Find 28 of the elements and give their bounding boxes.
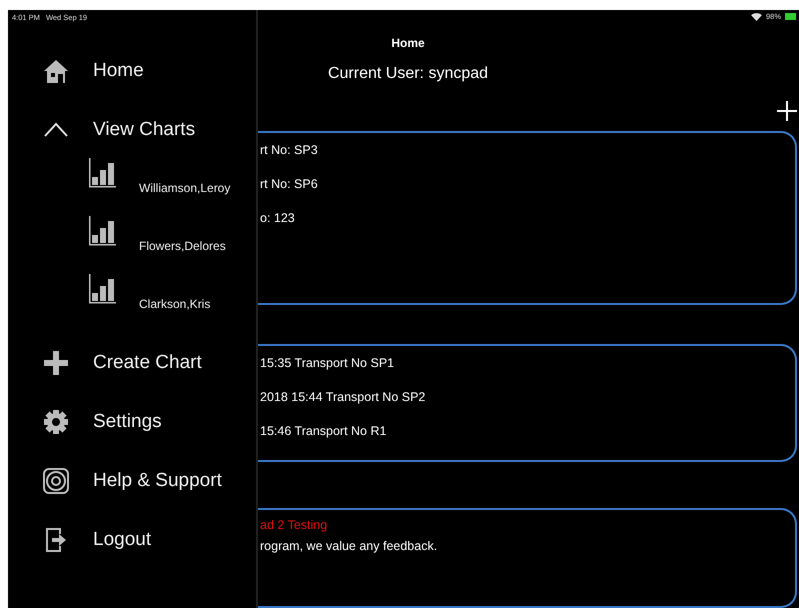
bar-chart-icon bbox=[88, 158, 116, 188]
card-text: o: 123 bbox=[260, 210, 296, 227]
battery-icon bbox=[785, 13, 797, 20]
settings-icon bbox=[42, 408, 70, 436]
help-icon bbox=[42, 466, 70, 494]
card-text: 15:46 Transport No R1 bbox=[260, 423, 388, 440]
chart-item[interactable]: Clarkson,Kris bbox=[8, 275, 256, 333]
card-text: 2018 15:44 Transport No SP2 bbox=[260, 389, 426, 406]
card-text: rt No: SP6 bbox=[260, 176, 319, 193]
menu-item[interactable]: Settings bbox=[8, 392, 256, 451]
menu-item[interactable]: View Charts bbox=[8, 100, 256, 159]
bar-chart-icon bbox=[88, 216, 116, 246]
menu-item[interactable]: Help & Support bbox=[8, 451, 256, 510]
chart-item[interactable]: Williamson,Leroy bbox=[8, 159, 256, 217]
card-text: 15:35 Transport No SP1 bbox=[260, 355, 396, 372]
wifi-icon bbox=[750, 12, 762, 21]
menu-item[interactable]: Home bbox=[8, 41, 256, 100]
add-icon[interactable] bbox=[777, 100, 797, 121]
bar-chart-icon bbox=[88, 274, 116, 304]
message-title: ad 2 Testing bbox=[260, 517, 328, 534]
card-text: rt No: SP3 bbox=[260, 142, 319, 159]
chart-item[interactable]: Flowers,Delores bbox=[8, 217, 256, 275]
menu-item[interactable]: Create Chart bbox=[8, 333, 256, 392]
current-user-label: Current User: syncpad bbox=[326, 64, 490, 84]
page-title: Home bbox=[390, 35, 426, 52]
card-text: rogram, we value any feedback. bbox=[260, 538, 438, 555]
menu-item[interactable]: Logout bbox=[8, 510, 256, 569]
plus-icon bbox=[42, 348, 70, 376]
